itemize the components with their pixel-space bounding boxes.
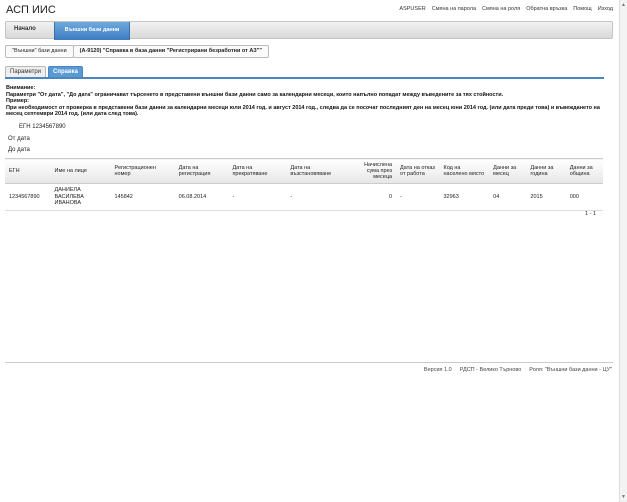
help-link[interactable]: Помощ: [573, 6, 591, 12]
scroll-up-icon[interactable]: ▲: [621, 2, 626, 8]
breadcrumb-current-report: (А-9120) "Справка в база данни "Регистри…: [72, 45, 269, 58]
col-refusal-date[interactable]: Дата на отказ от работа: [396, 158, 440, 184]
logout-link[interactable]: Изход: [598, 6, 613, 12]
page-scrollbar[interactable]: ▲ ▼: [619, 0, 627, 502]
cell-municipality: 000: [565, 183, 603, 211]
feedback-link[interactable]: Обратна връзка: [526, 6, 567, 12]
col-egn[interactable]: ЕГН: [5, 158, 51, 184]
top-links: ASPUSER Смяна на парола Смяна на роля Об…: [399, 6, 613, 12]
cell-name: ДАНИЕЛА ВАСИЛЕВА ИВАНОВА: [50, 183, 111, 211]
cell-amount: 0: [352, 183, 397, 211]
filter-egn: ЕГН 1234567890: [19, 124, 66, 130]
change-role-link[interactable]: Смяна на роля: [482, 6, 520, 12]
change-password-link[interactable]: Смяна на парола: [432, 6, 476, 12]
results-table: ЕГН Име на лице Регистрационен номер Дат…: [5, 158, 603, 211]
user-link[interactable]: ASPUSER: [399, 6, 425, 12]
col-reg-number[interactable]: Регистрационен номер: [110, 158, 175, 184]
cell-reg-date: 06.08.2014: [174, 183, 229, 211]
footer-role: Роля: "Външни бази данни - ЦУ": [529, 367, 612, 373]
col-amount[interactable]: Начислена сума през месеца: [352, 158, 397, 184]
cell-year: 2015: [526, 183, 566, 211]
col-municipality[interactable]: Данни за община: [565, 158, 603, 184]
filter-from-date: От дата: [8, 136, 30, 142]
app-title: АСП ИИС: [6, 4, 56, 16]
notes-block: Внимание: Параметри "От дата", "До дата"…: [6, 85, 606, 118]
cell-month: 04: [489, 183, 527, 211]
main-navbar: Начало Външни бази данни: [5, 21, 613, 40]
col-month[interactable]: Данни за месец: [489, 158, 527, 184]
tab-strip: Параметри Справка: [5, 66, 84, 77]
cell-egn: 1234567890: [5, 183, 51, 211]
table-header-row: ЕГН Име на лице Регистрационен номер Дат…: [5, 158, 603, 184]
filter-to-date: До дата: [8, 147, 30, 153]
pager-count: 1 - 1: [585, 211, 597, 217]
footer-divider: [5, 362, 613, 363]
footer-office: РДСП - Велико Търново: [459, 367, 522, 373]
col-termination-date[interactable]: Дата на прекратяване: [228, 158, 287, 184]
table-row[interactable]: 1234567890 ДАНИЕЛА ВАСИЛЕВА ИВАНОВА 1458…: [5, 183, 603, 211]
nav-external-databases[interactable]: Външни бази данни: [54, 22, 130, 40]
footer-version: Версия 1.0: [423, 367, 452, 373]
col-name[interactable]: Име на лице: [50, 158, 111, 184]
cell-refusal-date: -: [396, 183, 440, 211]
cell-reg-number: 145842: [110, 183, 175, 211]
cell-termination-date: -: [228, 183, 287, 211]
col-settlement-code[interactable]: Код на населено място: [439, 158, 490, 184]
col-restore-date[interactable]: Дата на възстановяване: [286, 158, 353, 184]
col-reg-date[interactable]: Дата на регистрация: [174, 158, 229, 184]
nav-home[interactable]: Начало: [14, 26, 36, 32]
cell-restore-date: -: [286, 183, 353, 211]
breadcrumb: "Външни" бази данни (А-9120) "Справка в …: [5, 45, 269, 58]
tab-parameters[interactable]: Параметри: [5, 66, 47, 77]
tab-report[interactable]: Справка: [48, 66, 84, 77]
footer: Версия 1.0 РДСП - Велико Търново Роля: "…: [424, 367, 612, 373]
example-text: При необходимост от проверка в представе…: [6, 104, 600, 118]
cell-settlement-code: 32963: [439, 183, 490, 211]
col-year[interactable]: Данни за година: [526, 158, 566, 184]
tab-underline: [5, 77, 604, 79]
breadcrumb-external-databases[interactable]: "Външни" бази данни: [5, 45, 74, 58]
scroll-down-icon[interactable]: ▼: [621, 494, 626, 500]
